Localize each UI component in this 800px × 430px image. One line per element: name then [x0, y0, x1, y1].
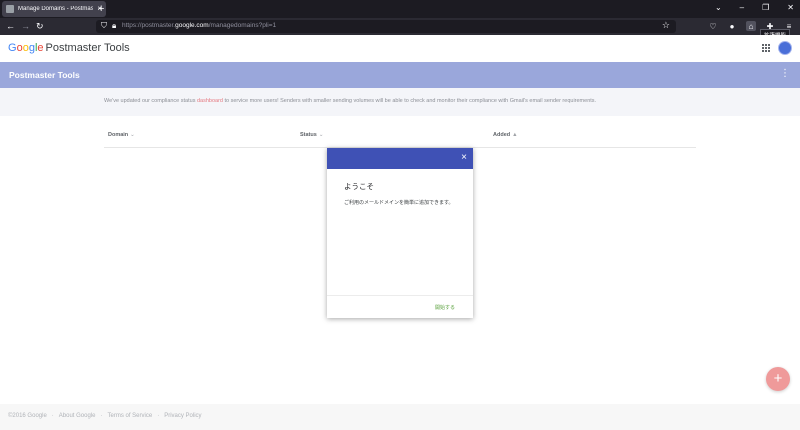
more-vert-icon[interactable]: ⋮	[780, 68, 790, 79]
sort-icon: ⌄	[130, 132, 135, 138]
restore-icon[interactable]: ❐	[762, 3, 769, 12]
add-domain-button[interactable]: +	[766, 367, 790, 391]
postmaster-favicon-icon	[6, 5, 14, 13]
tab-title: Manage Domains - Postmaster	[18, 6, 94, 12]
sort-icon: ⌄	[318, 132, 324, 138]
domains-table-header: Domain ⌄ Status ⌄ Added ▲	[104, 126, 696, 148]
welcome-dialog: × ようこそ ご利用のメールドメインを簡単に追加できます。 開始する	[327, 148, 473, 318]
close-window-icon[interactable]: ✕	[787, 3, 794, 12]
copyright-text: ©2016 Google	[8, 413, 47, 419]
google-postmaster-logo[interactable]: Google Postmaster Tools	[8, 42, 130, 54]
dashboard-link[interactable]: dashboard	[197, 98, 223, 104]
start-button[interactable]: 開始する	[435, 304, 455, 311]
app-header: Google Postmaster Tools	[0, 35, 800, 62]
address-bar[interactable]: ⛉ 🔒︎ https://postmaster.google.com/manag…	[96, 20, 676, 33]
forward-arrow-icon[interactable]: →	[21, 20, 30, 32]
chevron-down-icon[interactable]: ⌄	[715, 3, 722, 12]
shield-icon[interactable]: ⛉	[101, 21, 107, 31]
browser-toolbar: ← → ↻ ⛉ 🔒︎ https://postmaster.google.com…	[0, 18, 800, 35]
page-footer: ©2016 Google · About Google · Terms of S…	[0, 404, 800, 430]
page-title: Postmaster Tools	[9, 70, 80, 80]
dialog-body: ご利用のメールドメインを簡単に追加できます。	[344, 200, 454, 206]
browser-tab[interactable]: Manage Domains - Postmaster ×	[2, 1, 106, 17]
terms-of-service-link[interactable]: Terms of Service	[108, 413, 153, 419]
minimize-icon[interactable]: –	[740, 3, 744, 12]
star-icon[interactable]: ☆	[662, 20, 670, 31]
page-title-bar: Postmaster Tools ⋮	[0, 62, 800, 88]
new-tab-button[interactable]: +	[98, 2, 104, 16]
product-name: Postmaster Tools	[45, 42, 130, 54]
privacy-policy-link[interactable]: Privacy Policy	[164, 413, 201, 419]
browser-tab-strip: Manage Domains - Postmaster × + ⌄ – ❐ ✕	[0, 0, 800, 18]
back-arrow-icon[interactable]: ←	[6, 20, 15, 32]
google-apps-icon[interactable]	[762, 44, 770, 52]
pocket-icon[interactable]: ♡	[708, 21, 718, 31]
home-icon[interactable]: ⌂	[746, 21, 756, 31]
notice-text: We've updated our compliance status dash…	[104, 98, 597, 104]
avatar[interactable]	[778, 41, 792, 55]
dialog-title: ようこそ	[344, 182, 374, 191]
column-domain[interactable]: Domain ⌄	[108, 132, 135, 138]
url-text[interactable]: https://postmaster.google.com/managedoma…	[122, 22, 276, 29]
about-google-link[interactable]: About Google	[59, 413, 96, 419]
footer-links: ©2016 Google · About Google · Terms of S…	[8, 413, 202, 419]
compliance-notice: We've updated our compliance status dash…	[0, 88, 800, 116]
close-icon[interactable]: ×	[461, 152, 467, 164]
window-controls: ⌄ – ❐ ✕	[715, 3, 794, 12]
dialog-header: ×	[327, 148, 473, 169]
column-status[interactable]: Status ⌄	[300, 132, 323, 138]
lock-icon[interactable]: 🔒︎	[112, 21, 116, 31]
account-icon[interactable]: ●	[727, 21, 737, 31]
dialog-divider	[327, 295, 473, 296]
column-added[interactable]: Added ▲	[493, 132, 518, 138]
reload-icon[interactable]: ↻	[36, 20, 44, 32]
sort-icon: ▲	[512, 132, 518, 138]
